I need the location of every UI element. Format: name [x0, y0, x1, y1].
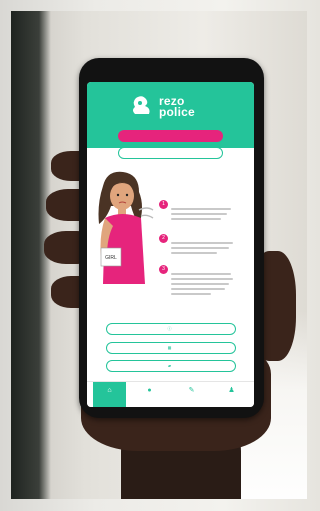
step-item: 2	[159, 234, 251, 264]
step-item: 1	[159, 200, 251, 234]
phone-screen: rezo police GIRL 1 2 3 ⓘ ▦ ▰ ⌂ ● ✎ ♟	[87, 82, 254, 407]
tab-home[interactable]: ⌂	[93, 382, 126, 407]
calendar-button[interactable]: ▦	[106, 342, 236, 354]
calendar-icon: ▦	[167, 345, 172, 350]
app-header: rezo police	[87, 82, 254, 148]
info-icon: ⓘ	[167, 326, 172, 331]
pen-icon: ✎	[188, 387, 195, 394]
step-text-line	[171, 208, 231, 210]
app-logo-text: rezo police	[159, 94, 195, 119]
step-text-line	[171, 278, 233, 280]
step-number-icon: 3	[159, 265, 168, 274]
step-number-icon: 1	[159, 200, 168, 209]
secondary-button[interactable]	[118, 147, 223, 159]
tab-account[interactable]: ♟	[215, 382, 248, 407]
step-text-line	[171, 213, 227, 215]
chat-button[interactable]: ▰	[106, 360, 236, 372]
step-text-line	[171, 288, 225, 290]
chat-icon: ▰	[167, 363, 172, 368]
smartphone: rezo police GIRL 1 2 3 ⓘ ▦ ▰ ⌂ ● ✎ ♟	[79, 58, 264, 418]
step-text-line	[171, 242, 233, 244]
step-text-line	[171, 283, 229, 285]
step-text-line	[171, 273, 231, 275]
step-text-line	[171, 247, 229, 249]
tab-report[interactable]: ✎	[175, 382, 208, 407]
step-text-line	[171, 252, 217, 254]
step-text-line	[171, 218, 221, 220]
step-item: 3	[159, 265, 251, 305]
bottom-tab-bar: ⌂ ● ✎ ♟	[87, 381, 254, 407]
home-icon: ⌂	[107, 387, 112, 394]
woman-illustration: GIRL	[98, 171, 154, 284]
step-text-line	[171, 293, 211, 295]
logo-icon	[133, 96, 150, 114]
sign-text: GIRL	[105, 255, 117, 261]
alert-icon: ●	[147, 387, 152, 394]
step-number-icon: 2	[159, 234, 168, 243]
user-icon: ♟	[228, 387, 235, 394]
info-button[interactable]: ⓘ	[106, 323, 236, 335]
primary-button[interactable]	[118, 130, 223, 142]
tab-alert[interactable]: ●	[133, 382, 166, 407]
